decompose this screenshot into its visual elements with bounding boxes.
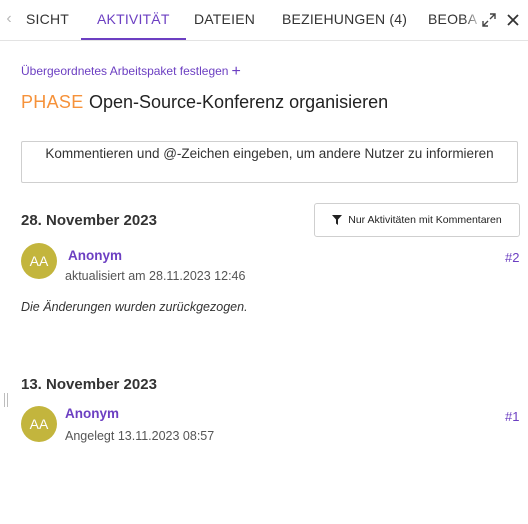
tab-aktivitaet[interactable]: AKTIVITÄT bbox=[81, 0, 186, 40]
day-heading: 28. November 2023 bbox=[21, 212, 157, 229]
resize-handle[interactable] bbox=[4, 393, 8, 407]
avatar[interactable]: AA bbox=[21, 243, 57, 279]
tab-uebersicht[interactable]: SICHT bbox=[26, 0, 69, 38]
tab-bar: ‹ SICHT AKTIVITÄT DATEIEN BEZIEHUNGEN (4… bbox=[0, 0, 528, 41]
chevron-left-icon[interactable]: ‹ bbox=[3, 9, 15, 29]
activity-number-link[interactable]: #2 bbox=[505, 250, 519, 265]
expand-icon[interactable] bbox=[481, 12, 497, 28]
activity-meta: aktualisiert am 28.11.2023 12:46 bbox=[65, 269, 246, 283]
filter-comments-button[interactable]: Nur Aktivitäten mit Kommentaren bbox=[314, 203, 520, 237]
tab-dateien[interactable]: DATEIEN bbox=[194, 0, 255, 38]
avatar[interactable]: AA bbox=[21, 406, 57, 442]
work-package-type[interactable]: PHASE bbox=[21, 92, 84, 113]
author-link[interactable]: Anonym bbox=[65, 406, 119, 421]
activity-details: Die Änderungen wurden zurückgezogen. bbox=[21, 300, 248, 314]
filter-label: Nur Aktivitäten mit Kommentaren bbox=[348, 214, 502, 226]
set-parent-link[interactable]: Übergeordnetes Arbeitspaket festlegen + bbox=[21, 63, 241, 81]
work-package-subject[interactable]: Open-Source-Konferenz organisieren bbox=[89, 92, 388, 113]
set-parent-label[interactable]: Übergeordnetes Arbeitspaket festlegen bbox=[21, 64, 228, 78]
activity-meta: Angelegt 13.11.2023 08:57 bbox=[65, 429, 215, 443]
author-link[interactable]: Anonym bbox=[68, 248, 122, 263]
comment-input[interactable]: Kommentieren und @-Zeichen eingeben, um … bbox=[21, 141, 518, 183]
day-heading: 13. November 2023 bbox=[21, 376, 157, 393]
tab-beziehungen[interactable]: BEZIEHUNGEN (4) bbox=[282, 0, 407, 38]
plus-icon[interactable]: + bbox=[231, 63, 240, 80]
filter-icon bbox=[332, 215, 343, 225]
activity-number-link[interactable]: #1 bbox=[505, 409, 519, 424]
close-icon[interactable] bbox=[505, 12, 521, 28]
